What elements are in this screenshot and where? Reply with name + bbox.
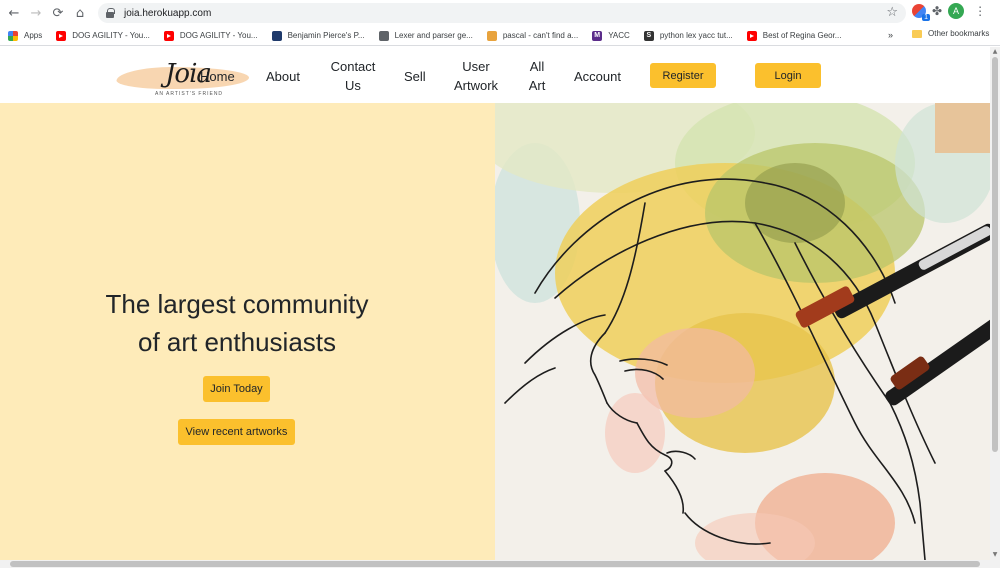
bookmark-benjamin-pierce[interactable]: Benjamin Pierce's P... [271,30,365,41]
youtube-icon [56,30,67,41]
browser-toolbar: ← → ⟳ ⌂ joia.herokuapp.com ☆ 1 ✤ A ⋮ [0,0,1000,26]
horizontal-scroll-thumb[interactable] [10,561,980,567]
back-arrow-icon[interactable]: ← [4,3,24,23]
nav-account[interactable]: Account [574,67,621,86]
hero-text-panel: The largest community of art enthusiasts… [0,103,495,560]
scroll-up-arrow-icon[interactable]: ▲ [990,47,1000,57]
bookmark-label: DOG AGILITY - You... [179,31,258,40]
hero-headline-line2: of art enthusiasts [138,327,336,357]
other-bookmarks-label: Other bookmarks [928,29,990,38]
reload-icon[interactable]: ⟳ [48,3,68,23]
nav-user-artwork-line2: Artwork [453,78,499,93]
bookmark-label: pascal - can't find a... [502,31,579,40]
youtube-icon [163,30,174,41]
other-bookmarks[interactable]: Other bookmarks [912,29,989,38]
bookmark-label: DOG AGILITY - You... [72,31,150,40]
hero-headline-line1: The largest community [105,289,369,319]
nav-contact-line2: Us [345,78,361,93]
s-icon: S [643,30,654,41]
nav-all-art-line1: All [529,59,545,74]
nav-all-art-line2: Art [528,78,546,93]
extensions-puzzle-icon[interactable]: ✤ [932,4,942,18]
folder-icon [912,29,922,38]
bookmark-lexer-parser[interactable]: Lexer and parser ge... [378,30,473,41]
hero-headline: The largest community of art enthusiasts [0,285,474,361]
url-text[interactable]: joia.herokuapp.com [124,8,211,19]
translate-extension-icon[interactable]: 1 [912,4,930,21]
bookmark-label: Lexer and parser ge... [394,31,473,40]
nav-all-art[interactable]: All Art [526,57,548,95]
bookmark-dog-agility-2[interactable]: DOG AGILITY - You... [163,30,258,41]
bookmark-dog-agility-1[interactable]: DOG AGILITY - You... [56,30,150,41]
nav-contact-us[interactable]: Contact Us [330,57,376,95]
hero-artwork-image [495,103,990,560]
nav-user-artwork-line1: User [462,59,490,74]
site-navbar: Joia AN ARTIST'S FRIEND Home About Conta… [0,47,990,103]
forward-arrow-icon[interactable]: → [26,3,46,23]
scroll-down-arrow-icon[interactable]: ▼ [990,550,1000,560]
globe-icon [378,30,389,41]
join-today-button[interactable]: Join Today [203,376,270,402]
lock-icon[interactable] [106,8,115,18]
penn-shield-icon [271,30,282,41]
m-icon: M [592,30,603,41]
bookmarks-bar: Apps DOG AGILITY - You... DOG AGILITY - … [0,26,1000,46]
nav-about[interactable]: About [266,67,300,86]
bookmark-label: python lex yacc tut... [659,31,733,40]
login-button[interactable]: Login [755,63,821,88]
address-bar[interactable]: joia.herokuapp.com ☆ [98,3,906,23]
nav-user-artwork[interactable]: User Artwork [452,57,500,95]
apps-grid-icon [8,30,18,41]
bookmark-python-lex-yacc[interactable]: Spython lex yacc tut... [643,30,733,41]
logo-tagline: AN ARTIST'S FRIEND [155,91,224,97]
nav-contact-line1: Contact [330,59,376,74]
stackoverflow-icon [486,30,497,41]
vertical-scroll-thumb[interactable] [992,57,998,452]
bookmark-label: Apps [24,31,43,40]
horizontal-scrollbar[interactable] [0,560,1000,568]
bookmark-apps[interactable]: Apps [8,30,43,41]
website-viewport: Joia AN ARTIST'S FRIEND Home About Conta… [0,47,990,560]
bookmarks-overflow-chevron[interactable]: » [888,30,893,40]
bookmark-label: Benjamin Pierce's P... [287,31,365,40]
bookmark-star-icon[interactable]: ☆ [886,5,898,20]
view-recent-artworks-button[interactable]: View recent artworks [178,419,295,445]
watercolor-portrait-illustration [495,103,990,560]
bookmark-yacc[interactable]: M YACC [592,30,630,41]
home-icon[interactable]: ⌂ [70,3,90,23]
bookmark-pascal[interactable]: pascal - can't find a... [486,30,579,41]
nav-home[interactable]: Home [200,67,235,86]
nav-sell[interactable]: Sell [404,67,426,86]
register-button[interactable]: Register [650,63,716,88]
bookmark-label: YACC [608,31,630,40]
extensions-area: 1 ✤ A ⋮ [912,3,986,21]
extension-badge: 1 [922,14,930,21]
vertical-scrollbar[interactable]: ▲ ▼ [990,47,1000,560]
browser-menu-icon[interactable]: ⋮ [974,4,986,18]
youtube-icon [746,30,757,41]
bookmark-label: Best of Regina Geor... [762,31,842,40]
profile-avatar[interactable]: A [948,3,965,19]
bookmark-regina-george[interactable]: Best of Regina Geor... [746,30,842,41]
